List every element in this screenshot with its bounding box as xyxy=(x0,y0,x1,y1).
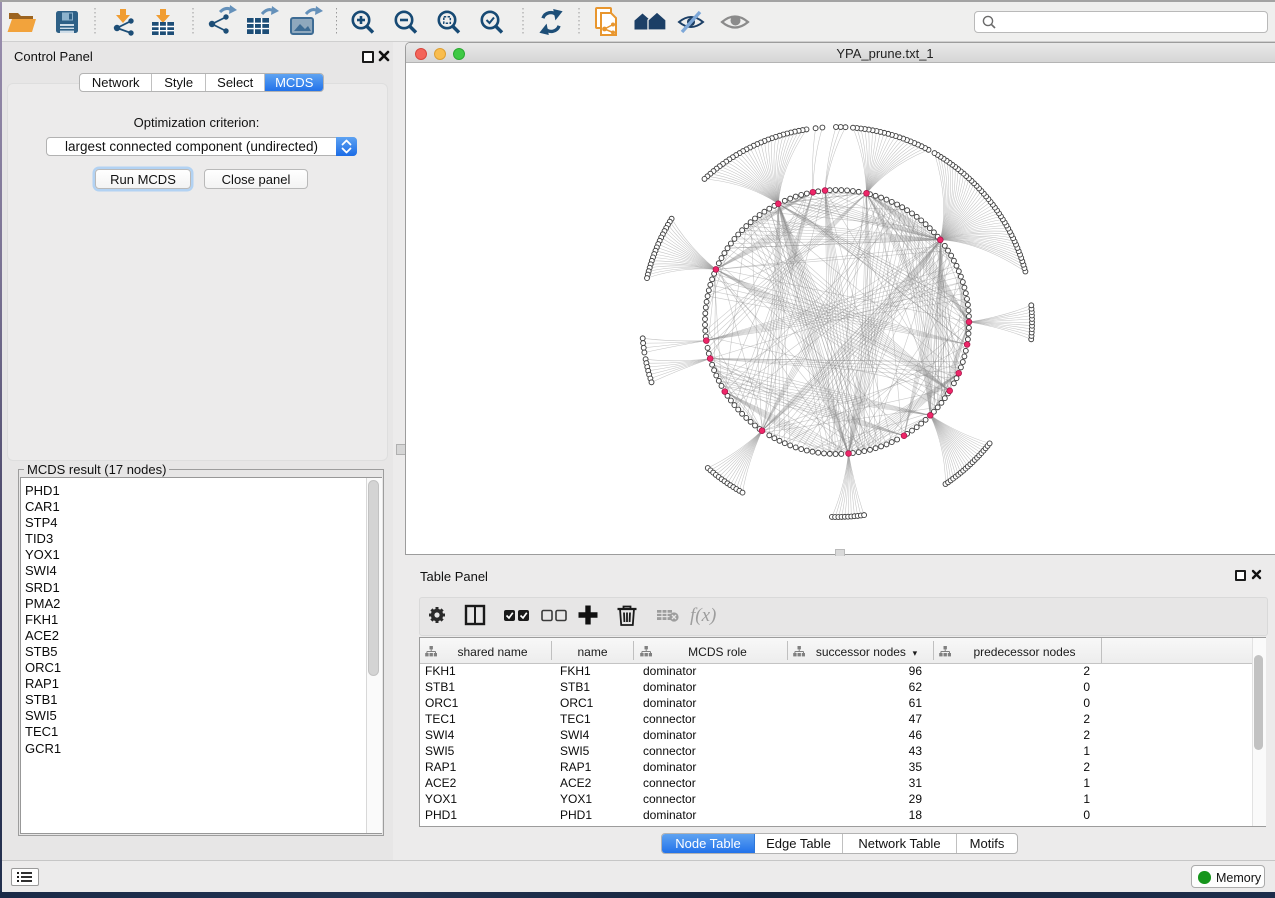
svg-text:f(x): f(x) xyxy=(690,605,716,626)
